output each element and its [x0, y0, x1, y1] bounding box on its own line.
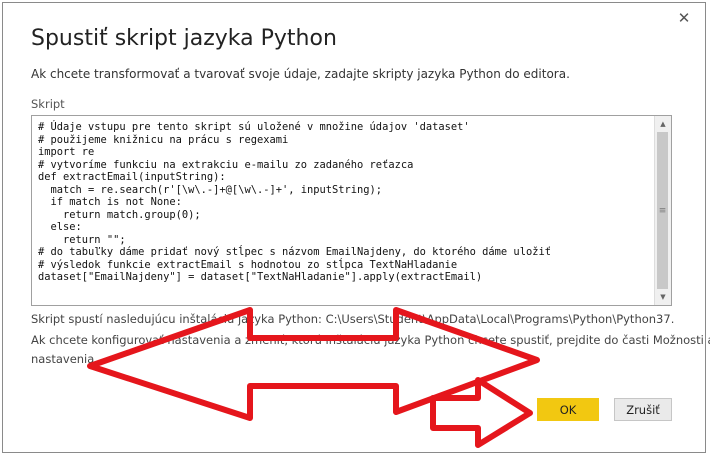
- dialog-title: Spustiť skript jazyka Python: [31, 26, 337, 51]
- configure-info-cont: nastavenia.: [31, 352, 98, 366]
- code-line[interactable]: # Údaje vstupu pre tento skript sú ulože…: [38, 121, 470, 133]
- code-line[interactable]: else:: [38, 221, 82, 233]
- editor-scrollbar[interactable]: ▲ ≡ ▼: [654, 116, 671, 305]
- close-icon[interactable]: ✕: [675, 9, 693, 27]
- scroll-up-icon[interactable]: ▲: [655, 117, 671, 131]
- scroll-thumb[interactable]: ≡: [657, 132, 668, 289]
- code-line[interactable]: match = re.search(r'[\w\.-]+@[\w\.-]+', …: [38, 184, 383, 196]
- code-line[interactable]: return match.group(0);: [38, 209, 201, 221]
- configure-info: Ak chcete konfigurovať nastavenia a zmen…: [31, 333, 710, 347]
- code-line[interactable]: # vytvoríme funkciu na extrakciu e-mailu…: [38, 159, 413, 171]
- cancel-button[interactable]: Zrušiť: [614, 398, 672, 421]
- ok-button[interactable]: OK: [537, 398, 599, 421]
- code-line[interactable]: # použijeme knižnicu na prácu s regexami: [38, 134, 288, 146]
- code-line[interactable]: # do tabuľky dáme pridať nový stĺpec s n…: [38, 246, 551, 258]
- dialog-subtitle: Ak chcete transformovať a tvarovať svoje…: [31, 67, 570, 81]
- code-line[interactable]: if match is not None:: [38, 196, 182, 208]
- script-label: Skript: [31, 97, 65, 111]
- code-line[interactable]: dataset["EmailNajdeny"] = dataset["TextN…: [38, 271, 482, 283]
- script-code[interactable]: # Údaje vstupu pre tento skript sú ulože…: [38, 121, 651, 284]
- scroll-down-icon[interactable]: ▼: [655, 290, 671, 304]
- code-line[interactable]: return "";: [38, 234, 126, 246]
- code-line[interactable]: # výsledok funkcie extractEmail s hodnot…: [38, 259, 457, 271]
- script-editor[interactable]: # Údaje vstupu pre tento skript sú ulože…: [31, 115, 672, 306]
- python-install-info: Skript spustí nasledujúcu inštaláciu jaz…: [31, 312, 675, 326]
- code-line[interactable]: import re: [38, 146, 94, 158]
- grip-icon: ≡: [658, 205, 667, 216]
- code-line[interactable]: def extractEmail(inputString):: [38, 171, 226, 183]
